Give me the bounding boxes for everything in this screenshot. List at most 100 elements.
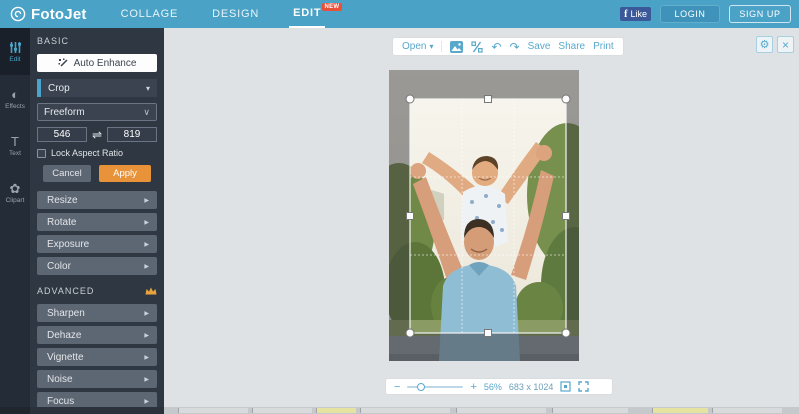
- chevron-right-icon: ▶: [144, 376, 149, 383]
- tool-rotate[interactable]: Rotate ▶: [37, 213, 157, 231]
- zoom-slider[interactable]: [407, 382, 464, 391]
- print-button[interactable]: Print: [593, 41, 614, 52]
- fullscreen-icon: [578, 381, 590, 392]
- crop-height-input[interactable]: [107, 127, 157, 142]
- redo-button[interactable]: ↷: [510, 41, 520, 53]
- canvas-area: Open ▾ ↶ ↷ Save Share Print ⚙ × − + 56% …: [164, 28, 799, 407]
- top-navigation: COLLAGE DESIGN EDIT NEW: [117, 0, 352, 28]
- fotojet-logo[interactable]: FotoJet: [10, 6, 87, 23]
- crop-handle-bottom-left[interactable]: [405, 328, 415, 338]
- taskbar-darker-segment: [0, 407, 30, 414]
- tool-resize[interactable]: Resize ▶: [37, 191, 157, 209]
- crop-handle-bottom-right[interactable]: [561, 328, 571, 338]
- fullscreen-button[interactable]: [578, 381, 590, 392]
- basic-section-label: BASIC: [37, 36, 70, 46]
- rail-item-effects[interactable]: ◐ Effects: [0, 75, 30, 122]
- photo-icon: [450, 40, 464, 53]
- chevron-right-icon: ▶: [144, 219, 149, 226]
- tool-noise[interactable]: Noise ▶: [37, 370, 157, 388]
- caret-down-icon: ▾: [145, 83, 150, 93]
- nav-collage[interactable]: COLLAGE: [117, 0, 183, 28]
- chevron-right-icon: ▶: [144, 398, 149, 405]
- lock-aspect-checkbox[interactable]: [37, 148, 46, 158]
- photo-editor-stage: [363, 70, 609, 361]
- edit-panel: BASIC Auto Enhance Crop ▾ Freeform ∨ ⇌: [30, 28, 164, 410]
- clipart-icon: ✿: [9, 180, 21, 196]
- apply-button[interactable]: Apply: [99, 165, 151, 182]
- tool-vignette[interactable]: Vignette ▶: [37, 348, 157, 366]
- swap-dimensions-icon[interactable]: ⇌: [92, 129, 102, 141]
- close-icon: ×: [781, 37, 789, 52]
- toolbar-separator: [441, 41, 443, 52]
- crop-tool-header[interactable]: Crop ▾: [37, 79, 157, 97]
- actual-size-icon: [560, 381, 572, 392]
- quick-adjust-button[interactable]: [471, 40, 484, 53]
- crop-dimensions-row: ⇌: [37, 127, 157, 142]
- save-button[interactable]: Save: [528, 41, 551, 52]
- crop-width-input[interactable]: [37, 127, 87, 142]
- add-photo-button[interactable]: [450, 40, 464, 53]
- brand-name: FotoJet: [31, 5, 87, 23]
- text-icon: T: [11, 133, 19, 149]
- crop-handle-bottom[interactable]: [484, 329, 492, 337]
- nav-edit[interactable]: EDIT NEW: [289, 0, 343, 28]
- zoom-slider-handle[interactable]: [417, 382, 426, 391]
- crop-handle-left[interactable]: [406, 212, 414, 220]
- signup-button[interactable]: SIGN UP: [729, 5, 791, 23]
- crop-handle-top-right[interactable]: [561, 94, 571, 104]
- crop-preset-select[interactable]: Freeform ∨: [37, 103, 157, 121]
- actual-size-button[interactable]: [560, 381, 572, 392]
- image-dimensions: 683 x 1024: [508, 381, 554, 392]
- login-button[interactable]: LOGIN: [660, 5, 720, 23]
- crop-handle-top[interactable]: [484, 95, 492, 103]
- crop-handle-top-left[interactable]: [405, 94, 415, 104]
- zoom-statusbar: − + 56% 683 x 1024: [385, 378, 613, 395]
- undo-button[interactable]: ↶: [491, 41, 501, 53]
- nav-design[interactable]: DESIGN: [208, 0, 263, 28]
- new-badge: NEW: [321, 3, 343, 11]
- advanced-section-label: ADVANCED: [37, 286, 157, 296]
- rail-item-edit[interactable]: Edit: [0, 28, 30, 75]
- facebook-like-button[interactable]: f Like: [620, 7, 651, 21]
- chevron-right-icon: ▶: [144, 354, 149, 361]
- tool-dehaze[interactable]: Dehaze ▶: [37, 326, 157, 344]
- chevron-right-icon: ▶: [144, 310, 149, 317]
- effects-icon: ◐: [11, 86, 19, 102]
- tool-color[interactable]: Color ▶: [37, 257, 157, 275]
- magic-wand-icon: [58, 58, 68, 67]
- fotojet-app: FotoJet COLLAGE DESIGN EDIT NEW f Like L…: [0, 0, 799, 414]
- settings-button[interactable]: ⚙: [756, 36, 773, 53]
- share-button[interactable]: Share: [558, 41, 585, 52]
- facebook-icon: f: [624, 8, 628, 20]
- crop-handle-right[interactable]: [562, 212, 570, 220]
- gear-icon: ⚙: [759, 39, 770, 51]
- cancel-button[interactable]: Cancel: [43, 165, 91, 182]
- topbar-right: f Like LOGIN SIGN UP: [620, 5, 791, 23]
- zoom-level: 56%: [483, 381, 502, 392]
- photo-image[interactable]: [363, 70, 609, 361]
- fotojet-logo-icon: [10, 6, 26, 22]
- chevron-right-icon: ▶: [144, 241, 149, 248]
- auto-enhance-button[interactable]: Auto Enhance: [37, 54, 157, 72]
- zoom-out-button[interactable]: −: [394, 381, 400, 392]
- adjust-icon: [471, 40, 484, 53]
- crown-icon: [145, 287, 157, 295]
- close-button[interactable]: ×: [777, 36, 794, 53]
- rail-item-text[interactable]: T Text: [0, 122, 30, 169]
- topbar: FotoJet COLLAGE DESIGN EDIT NEW f Like L…: [0, 0, 799, 28]
- main-area: Edit ◐ Effects T Text ✿ Clipart BASIC Au…: [0, 28, 799, 410]
- chevron-right-icon: ▶: [144, 332, 149, 339]
- open-button[interactable]: Open ▾: [402, 41, 433, 52]
- tool-sharpen[interactable]: Sharpen ▶: [37, 304, 157, 322]
- tool-exposure[interactable]: Exposure ▶: [37, 235, 157, 253]
- lock-aspect-row: Lock Aspect Ratio: [37, 148, 157, 158]
- chevron-down-icon: ∨: [143, 106, 150, 117]
- tool-rail: Edit ◐ Effects T Text ✿ Clipart: [0, 28, 30, 407]
- taskbar-sliver: [0, 407, 799, 414]
- chevron-right-icon: ▶: [144, 263, 149, 270]
- rail-item-clipart[interactable]: ✿ Clipart: [0, 169, 30, 216]
- caret-down-icon: ▾: [429, 42, 434, 51]
- canvas-toolbar: Open ▾ ↶ ↷ Save Share Print: [392, 37, 624, 56]
- zoom-in-button[interactable]: +: [470, 381, 476, 392]
- chevron-right-icon: ▶: [144, 197, 149, 204]
